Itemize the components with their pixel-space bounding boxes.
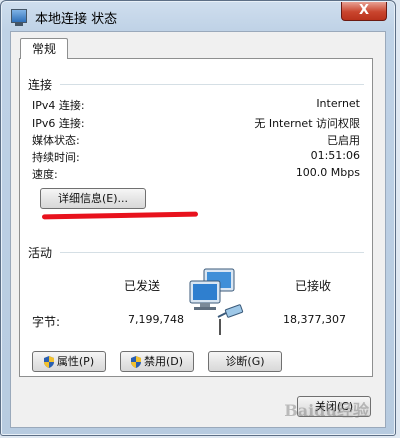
activity-heading: 活动 <box>28 246 53 260</box>
tab-general[interactable]: 常规 <box>20 38 68 59</box>
activity-divider <box>60 252 364 253</box>
speed-label: 速度: <box>32 168 58 181</box>
connection-heading: 连接 <box>28 78 53 92</box>
properties-label: 属性(P) <box>56 355 95 368</box>
baidu-watermark: Baidu经验 <box>284 401 369 420</box>
connection-divider <box>60 84 364 85</box>
duration-label: 持续时间: <box>32 151 80 164</box>
general-panel: 连接 IPv4 连接: Internet IPv6 连接: 无 Internet… <box>19 58 373 377</box>
close-icon[interactable]: X <box>341 2 387 21</box>
media-state-value: 已启用 <box>327 134 360 147</box>
ipv4-label: IPv4 连接: <box>32 99 85 112</box>
uac-shield-icon <box>130 356 141 368</box>
disable-label: 禁用(D) <box>143 355 184 368</box>
properties-button[interactable]: 属性(P) <box>32 351 106 372</box>
received-label: 已接收 <box>295 279 332 293</box>
red-underline-annotation <box>41 211 199 220</box>
window-title: 本地连接 状态 <box>35 12 118 27</box>
status-window: 本地连接 状态 X 常规 连接 IPv4 连接: Internet IPv6 连… <box>0 0 396 436</box>
bytes-label: 字节: <box>32 315 61 329</box>
disable-button[interactable]: 禁用(D) <box>120 351 194 372</box>
diagnose-button[interactable]: 诊断(G) <box>208 351 282 372</box>
bytes-sent-value: 7,199,748 <box>128 313 184 326</box>
media-state-label: 媒体状态: <box>32 134 80 147</box>
duration-value: 01:51:06 <box>310 149 360 162</box>
dialog-body: 常规 连接 IPv4 连接: Internet IPv6 连接: 无 Inter… <box>10 31 386 428</box>
details-button[interactable]: 详细信息(E)... <box>40 188 146 209</box>
sent-label: 已发送 <box>124 279 161 293</box>
speed-value: 100.0 Mbps <box>295 166 360 179</box>
ipv6-label: IPv6 连接: <box>32 117 85 130</box>
network-computers-icon <box>189 268 244 335</box>
ipv6-value: 无 Internet 访问权限 <box>254 117 360 130</box>
ipv4-value: Internet <box>316 97 360 110</box>
bytes-received-value: 18,377,307 <box>283 313 346 326</box>
title-bar[interactable]: 本地连接 状态 X <box>1 1 395 31</box>
uac-shield-icon <box>43 356 54 368</box>
network-monitor-icon <box>11 9 27 26</box>
